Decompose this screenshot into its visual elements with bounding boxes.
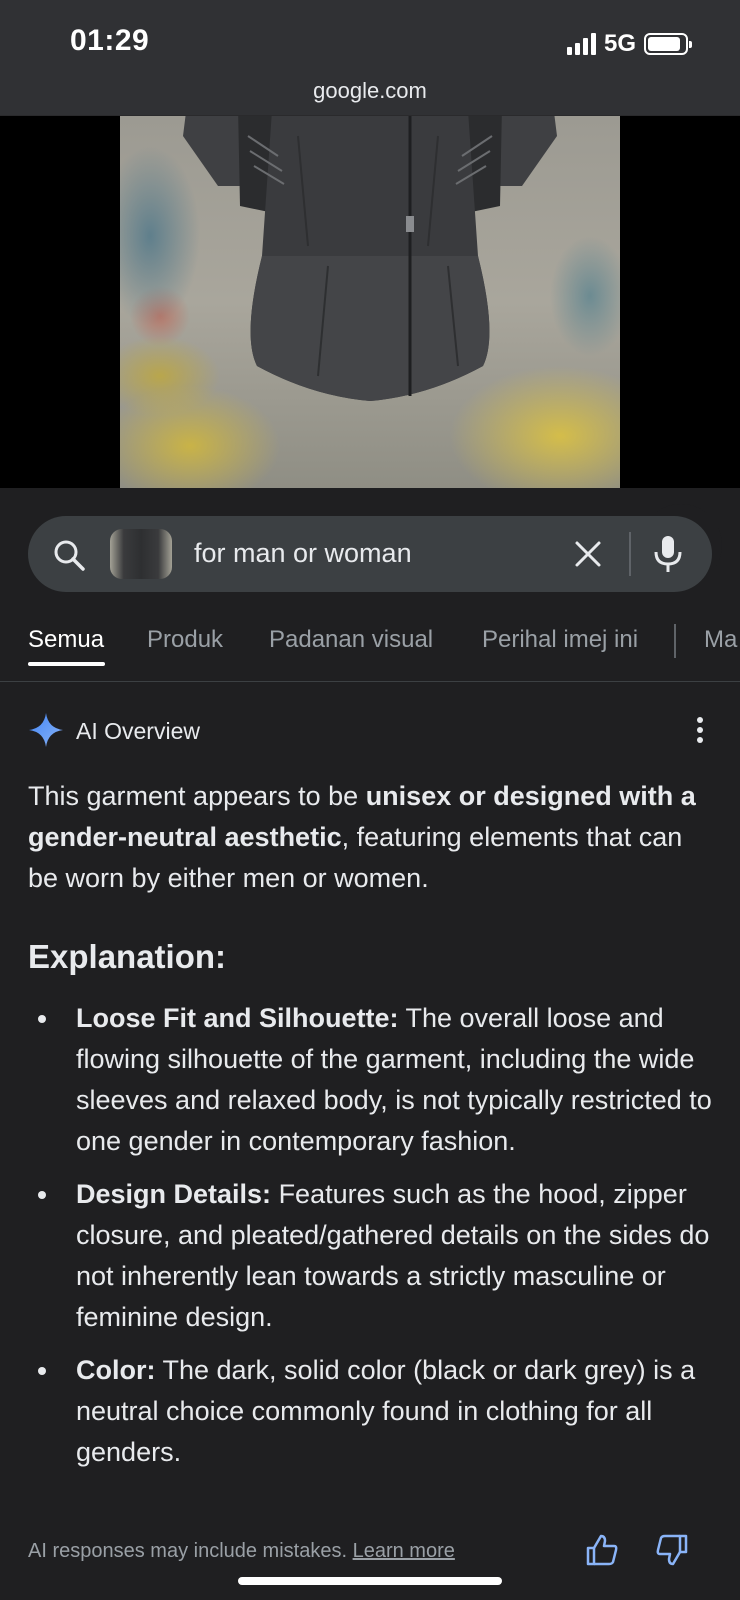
search-icon[interactable] [52, 538, 86, 572]
search-divider [629, 532, 631, 576]
ai-disclaimer: AI responses may include mistakes. Learn… [28, 1540, 455, 1563]
search-tabs: Semua Produk Padanan visual Perihal imej… [0, 618, 740, 682]
result-image-area: 文 A [0, 116, 740, 586]
gemini-sparkle-icon [29, 713, 63, 747]
signal-icon [566, 33, 596, 55]
tab-padanan-visual[interactable]: Padanan visual [269, 626, 433, 654]
status-time: 01:29 [70, 24, 150, 57]
search-bar[interactable] [28, 516, 712, 592]
active-tab-indicator [28, 662, 105, 666]
learn-more-link[interactable]: Learn more [353, 1540, 455, 1562]
explanation-list: Loose Fit and Silhouette: The overall lo… [28, 998, 718, 1485]
ai-overview-header: AI Overview [28, 712, 712, 752]
list-item: Color: The dark, solid color (black or d… [28, 1350, 718, 1473]
bullet-text: The dark, solid color (black or dark gre… [76, 1355, 696, 1467]
tab-produk[interactable]: Produk [147, 626, 223, 654]
ai-overview-title: AI Overview [76, 718, 200, 744]
network-label: 5G [603, 30, 636, 57]
mic-icon[interactable] [650, 534, 686, 574]
explanation-heading: Explanation: [28, 938, 227, 975]
more-options-icon[interactable] [690, 714, 710, 746]
tabs-separator [674, 624, 676, 658]
bullet-title: Loose Fit and Silhouette: [76, 1003, 399, 1033]
thumbs-up-icon[interactable] [584, 1532, 620, 1568]
search-input[interactable] [194, 538, 554, 569]
summary-intro: This garment appears to be [28, 781, 366, 811]
garment-photo[interactable] [120, 116, 620, 488]
clear-icon[interactable] [572, 538, 604, 570]
status-indicators: 5G [566, 30, 692, 58]
ai-overview-summary: This garment appears to be unisex or des… [28, 776, 718, 899]
battery-icon [644, 33, 692, 55]
tab-more[interactable]: Ma [704, 626, 737, 654]
image-query-thumbnail[interactable] [110, 529, 172, 579]
disclaimer-text: AI responses may include mistakes. [28, 1540, 348, 1562]
url-bar[interactable]: google.com [0, 78, 740, 104]
bullet-title: Design Details: [76, 1179, 272, 1209]
tab-semua[interactable]: Semua [28, 626, 104, 654]
home-indicator[interactable] [238, 1577, 502, 1585]
battery-fill [648, 37, 681, 51]
tab-perihal-imej-ini[interactable]: Perihal imej ini [482, 626, 638, 654]
list-item: Design Details: Features such as the hoo… [28, 1174, 718, 1338]
garment-illustration [183, 116, 557, 401]
list-item: Loose Fit and Silhouette: The overall lo… [28, 998, 718, 1162]
thumbs-down-icon[interactable] [654, 1532, 690, 1568]
browser-top-bar: 01:29 5G google.com [0, 0, 740, 116]
bullet-title: Color: [76, 1355, 156, 1385]
